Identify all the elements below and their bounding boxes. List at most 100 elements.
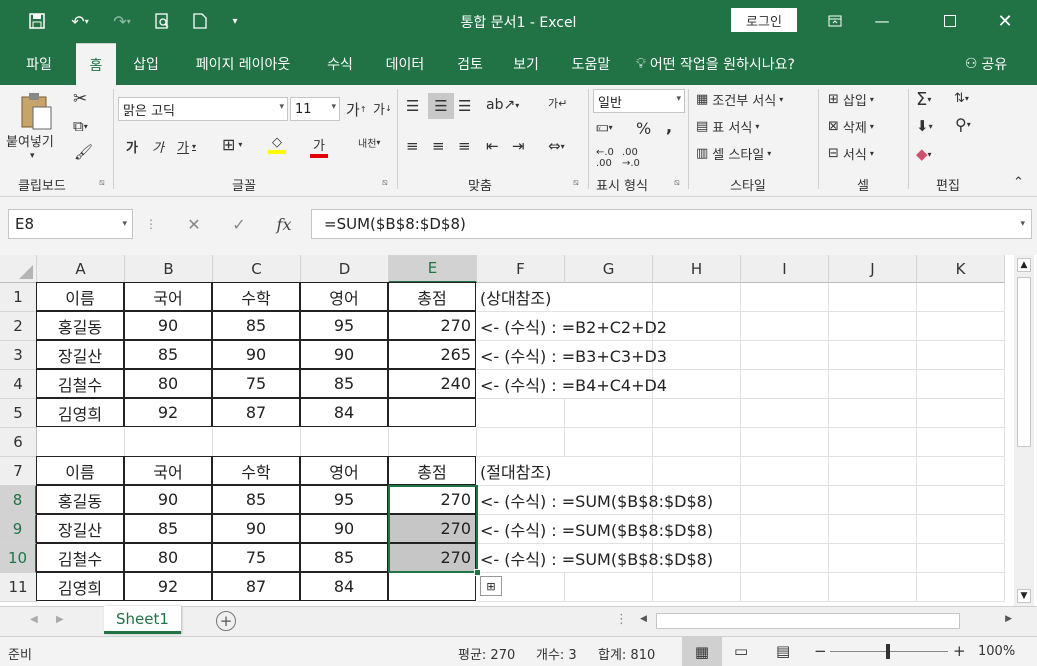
- cell-b5[interactable]: 92: [124, 398, 212, 427]
- column-header-a[interactable]: A: [37, 255, 125, 283]
- cell-a9[interactable]: 장길산: [36, 514, 124, 543]
- cell-f9[interactable]: <- (수식) : =SUM($B$8:$D$8): [477, 515, 713, 544]
- font-launcher-icon[interactable]: ⧅: [382, 178, 388, 188]
- cell-c9[interactable]: 90: [212, 514, 300, 543]
- tab-review[interactable]: 검토: [446, 43, 494, 85]
- decrease-decimal-icon[interactable]: .00 →.0: [622, 147, 640, 169]
- font-color-icon[interactable]: 가: [310, 135, 328, 158]
- delete-cells-button[interactable]: ⊠ 삭제 ▾: [828, 117, 874, 136]
- cell-h5[interactable]: [653, 399, 741, 428]
- collapse-ribbon-icon[interactable]: ⌃: [1013, 175, 1024, 190]
- scroll-down-icon[interactable]: ▼: [1017, 589, 1031, 603]
- increase-font-icon[interactable]: 가 ↑: [346, 99, 367, 120]
- cell-f4[interactable]: <- (수식) : =B4+C4+D4: [477, 370, 667, 399]
- minimize-icon[interactable]: —: [862, 8, 902, 34]
- underline-icon[interactable]: 가 ▾: [177, 137, 196, 156]
- cell-d5[interactable]: 84: [300, 398, 388, 427]
- zoom-level[interactable]: 100%: [978, 644, 1015, 659]
- cell-j3[interactable]: [829, 341, 917, 370]
- cell-e1[interactable]: 총점: [388, 282, 476, 311]
- cell-h11[interactable]: [653, 573, 741, 602]
- column-header-e[interactable]: E: [389, 255, 477, 283]
- cell-d7[interactable]: 영어: [300, 456, 388, 485]
- number-launcher-icon[interactable]: ⧅: [674, 178, 680, 188]
- clipboard-launcher-icon[interactable]: ⧅: [99, 178, 105, 188]
- decrease-font-icon[interactable]: 가 ↓: [373, 99, 392, 118]
- add-sheet-icon[interactable]: +: [216, 611, 236, 631]
- cell-d9[interactable]: 90: [300, 514, 388, 543]
- align-top-icon[interactable]: ☰: [406, 97, 419, 115]
- comma-icon[interactable]: ,: [666, 117, 672, 136]
- column-header-k[interactable]: K: [917, 255, 1005, 283]
- cell-b8[interactable]: 90: [124, 485, 212, 514]
- fill-handle[interactable]: [474, 569, 481, 576]
- align-middle-icon[interactable]: ☰: [428, 93, 454, 119]
- cell-f2[interactable]: <- (수식) : =B2+C2+D2: [477, 312, 667, 341]
- cell-a7[interactable]: 이름: [36, 456, 124, 485]
- cell-d3[interactable]: 90: [300, 340, 388, 369]
- cell-d8[interactable]: 95: [300, 485, 388, 514]
- align-right-icon[interactable]: ≡: [458, 137, 471, 155]
- conditional-format-button[interactable]: ▦ 조건부 서식 ▾: [696, 90, 783, 109]
- column-header-c[interactable]: C: [213, 255, 301, 283]
- font-size-select[interactable]: 11 ▾: [290, 97, 340, 121]
- row-header-7[interactable]: 7: [0, 457, 37, 486]
- next-sheet-icon[interactable]: ▶: [56, 614, 64, 625]
- increase-indent-icon[interactable]: ⇥: [512, 137, 525, 155]
- tab-formulas[interactable]: 수식: [316, 43, 364, 85]
- cell-j6[interactable]: [829, 428, 917, 457]
- scroll-up-icon[interactable]: ▲: [1017, 258, 1031, 272]
- cell-b6[interactable]: [125, 428, 213, 457]
- column-header-g[interactable]: G: [565, 255, 653, 283]
- cell-j11[interactable]: [829, 573, 917, 602]
- tell-me-box[interactable]: 💡︎ 어떤 작업을 원하시나요?: [636, 43, 836, 85]
- number-format-select[interactable]: 일반 ▾: [593, 89, 685, 113]
- cell-e5[interactable]: [388, 398, 476, 427]
- cell-i3[interactable]: [741, 341, 829, 370]
- cell-d6[interactable]: [301, 428, 389, 457]
- row-header-4[interactable]: 4: [0, 370, 37, 399]
- cell-i1[interactable]: [741, 283, 829, 312]
- page-break-view-icon[interactable]: ▤: [776, 642, 790, 660]
- phonetic-icon[interactable]: 내천 ▾: [358, 135, 380, 150]
- zoom-out-icon[interactable]: −: [814, 642, 827, 660]
- cell-a3[interactable]: 장길산: [36, 340, 124, 369]
- cell-b11[interactable]: 92: [124, 572, 212, 601]
- cell-f3[interactable]: <- (수식) : =B3+C3+D3: [477, 341, 667, 370]
- row-header-9[interactable]: 9: [0, 515, 37, 544]
- column-header-j[interactable]: J: [829, 255, 917, 283]
- column-header-f[interactable]: F: [477, 255, 565, 283]
- cell-j1[interactable]: [829, 283, 917, 312]
- cell-k3[interactable]: [917, 341, 1005, 370]
- cell-a11[interactable]: 김영희: [36, 572, 124, 601]
- cell-b4[interactable]: 80: [124, 369, 212, 398]
- cell-j10[interactable]: [829, 544, 917, 573]
- cell-a10[interactable]: 김철수: [36, 543, 124, 572]
- cell-c8[interactable]: 85: [212, 485, 300, 514]
- cell-a4[interactable]: 김철수: [36, 369, 124, 398]
- align-left-icon[interactable]: ≡: [406, 137, 419, 155]
- row-header-6[interactable]: 6: [0, 428, 37, 457]
- scroll-left-icon[interactable]: ◀: [640, 614, 647, 624]
- sheet-tab-sheet1[interactable]: Sheet1: [104, 606, 181, 634]
- cell-a1[interactable]: 이름: [36, 282, 124, 311]
- cell-k2[interactable]: [917, 312, 1005, 341]
- insert-cells-button[interactable]: ⊞ 삽입 ▾: [828, 90, 874, 109]
- align-bottom-icon[interactable]: ☰: [458, 97, 471, 115]
- cell-k5[interactable]: [917, 399, 1005, 428]
- cell-c6[interactable]: [213, 428, 301, 457]
- cell-i5[interactable]: [741, 399, 829, 428]
- cell-f8[interactable]: <- (수식) : =SUM($B$8:$D$8): [477, 486, 713, 515]
- merge-center-icon[interactable]: ⇔ ▾: [548, 137, 565, 155]
- cell-h6[interactable]: [653, 428, 741, 457]
- tab-page-layout[interactable]: 페이지 레이아웃: [180, 43, 306, 85]
- italic-icon[interactable]: 가: [152, 137, 164, 156]
- cell-e2[interactable]: 270: [388, 311, 476, 340]
- tab-home[interactable]: 홈: [76, 43, 116, 85]
- cell-c7[interactable]: 수학: [212, 456, 300, 485]
- cell-c10[interactable]: 75: [212, 543, 300, 572]
- find-select-icon[interactable]: ⚲ ▾: [955, 115, 971, 134]
- cell-g1[interactable]: [565, 283, 653, 312]
- cell-e8[interactable]: 270: [388, 485, 476, 514]
- scroll-right-icon[interactable]: ▶: [1005, 614, 1012, 624]
